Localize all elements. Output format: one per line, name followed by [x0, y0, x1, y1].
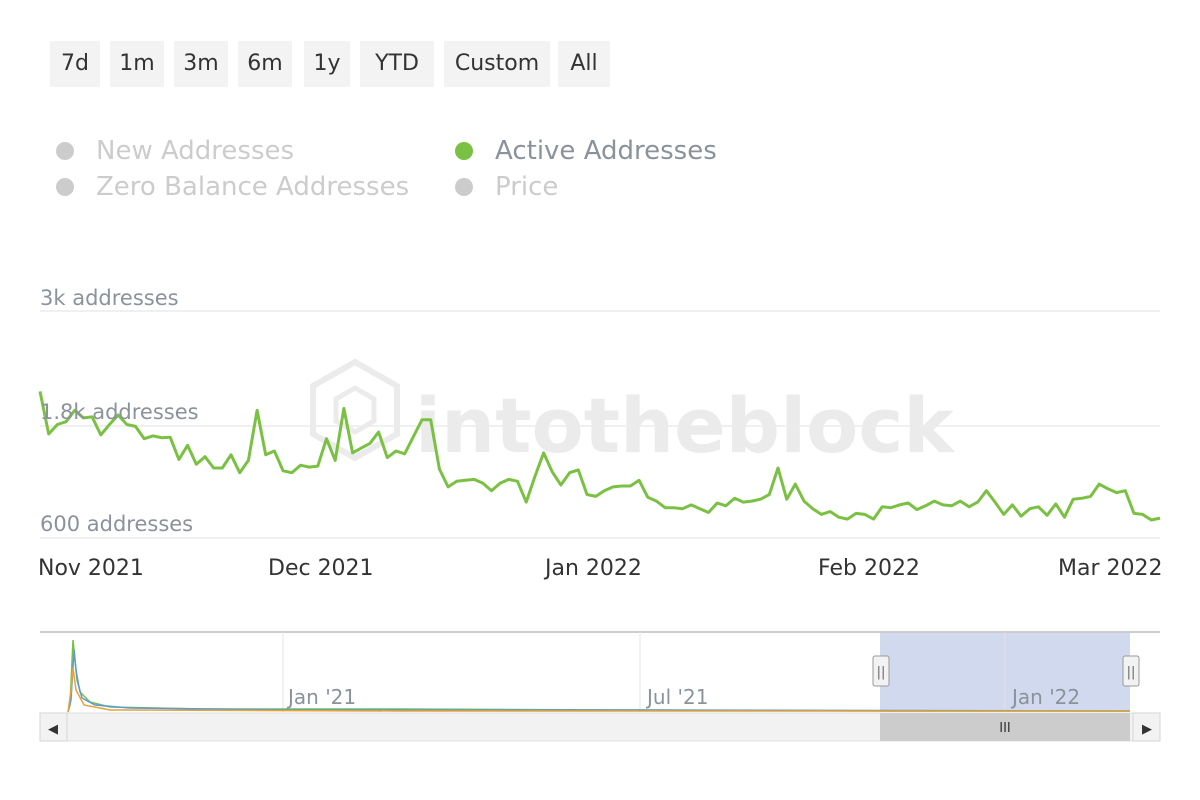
active-addresses-chart: intotheblock 3k addresses 1.8k addresses… [38, 286, 1163, 742]
range-ytd-button[interactable]: YTD [360, 41, 434, 87]
legend-active-addresses[interactable]: Active Addresses [455, 135, 717, 167]
y-tick-label: 1.8k addresses [40, 400, 199, 424]
navigator-label: Jan '22 [1010, 685, 1080, 709]
arrow-left-icon: ◀ [48, 722, 58, 737]
navigator-series-line [67, 639, 1130, 713]
navigator-label: Jan '21 [286, 685, 356, 709]
x-tick-label: Mar 2022 [1058, 556, 1163, 581]
scrollbar[interactable]: ◀ III ▶ [39, 712, 1161, 742]
legend-new-addresses[interactable]: New Addresses [56, 135, 294, 167]
arrow-right-icon: ▶ [1142, 722, 1152, 737]
range-all-button[interactable]: All [558, 41, 610, 87]
navigator-series-line [67, 649, 1131, 713]
y-tick-label: 600 addresses [40, 512, 193, 536]
x-tick-label: Dec 2021 [268, 556, 374, 581]
series-line-active-addresses [38, 391, 1161, 522]
navigator-left-handle[interactable] [872, 655, 890, 687]
legend-zero-balance-addresses[interactable]: Zero Balance Addresses [56, 171, 409, 203]
watermark-logo-icon [310, 358, 400, 462]
thumb-grip-icon: III [999, 721, 1011, 736]
x-tick-label: Feb 2022 [818, 556, 920, 581]
legend-dot-icon [56, 142, 74, 160]
legend-dot-icon [455, 142, 473, 160]
y-tick-label: 3k addresses [40, 286, 179, 310]
scrollbar-track[interactable] [39, 712, 1161, 742]
legend-label: New Addresses [96, 136, 295, 166]
range-1m-button[interactable]: 1m [110, 41, 164, 87]
navigator: Jan '21 Jul '21 Jan '22 || || [40, 631, 1160, 713]
x-tick-label: Jan 2022 [543, 556, 642, 581]
watermark-text: intotheblock [415, 381, 955, 470]
navigator-series-line [67, 667, 1130, 713]
handle-grip-icon: || [877, 665, 886, 680]
handle-grip-icon: || [1127, 665, 1136, 680]
legend-dot-icon [56, 178, 74, 196]
navigator-right-handle[interactable] [1122, 655, 1140, 687]
legend-label: Active Addresses [495, 136, 717, 166]
range-custom-button[interactable]: Custom [444, 41, 550, 87]
scrollbar-thumb[interactable] [880, 713, 1130, 741]
navigator-label: Jul '21 [645, 685, 708, 709]
range-3m-button[interactable]: 3m [174, 41, 228, 87]
legend-dot-icon [455, 178, 473, 196]
legend-label: Price [495, 172, 559, 202]
x-tick-label: Nov 2021 [38, 556, 144, 581]
navigator-selection[interactable] [880, 633, 1130, 712]
scroll-left-button[interactable] [39, 712, 68, 742]
range-7d-button[interactable]: 7d [50, 41, 100, 87]
watermark: intotheblock [310, 358, 955, 470]
scroll-right-button[interactable] [1132, 712, 1161, 742]
range-6m-button[interactable]: 6m [238, 41, 292, 87]
legend-price[interactable]: Price [455, 171, 558, 203]
legend-label: Zero Balance Addresses [96, 172, 410, 202]
range-1y-button[interactable]: 1y [304, 41, 350, 87]
